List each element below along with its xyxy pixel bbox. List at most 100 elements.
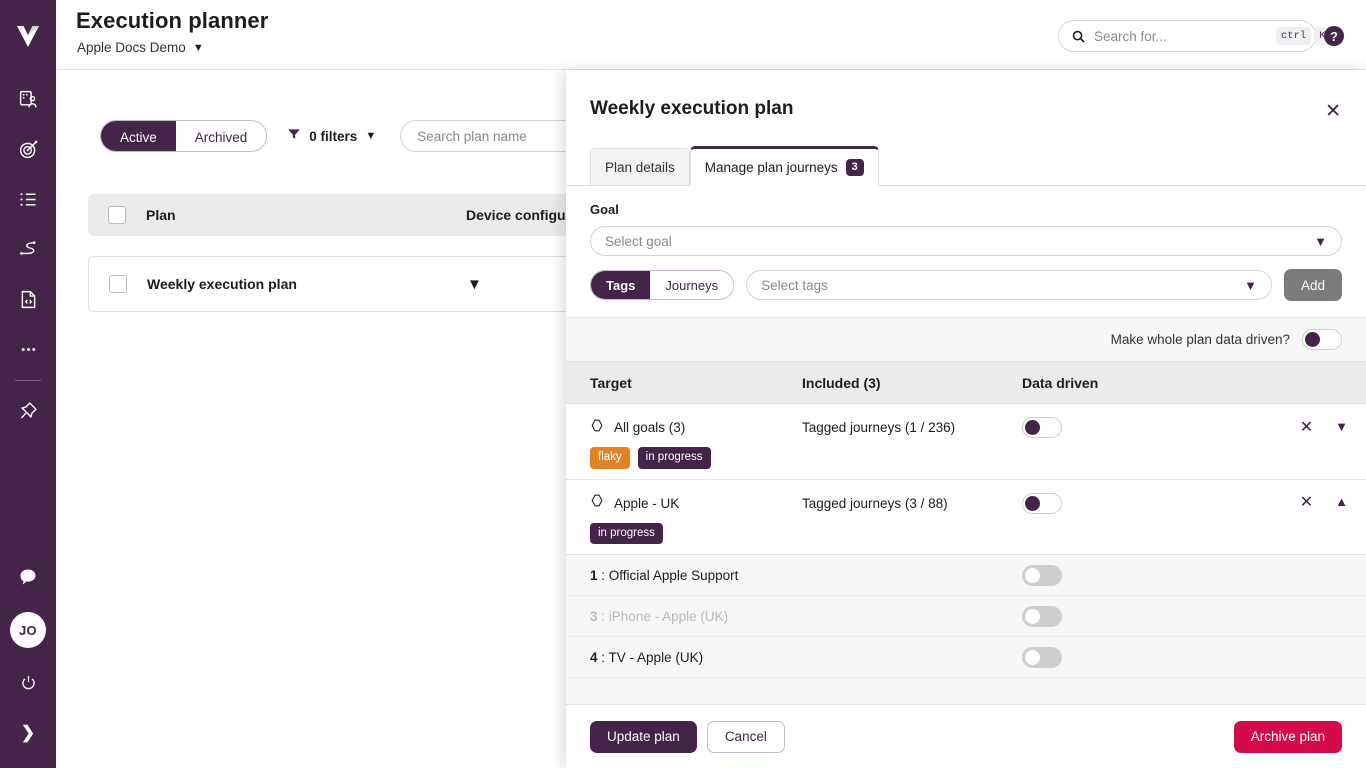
chevron-down-icon: ▼ [1244,278,1257,293]
left-nav-rail: JO ❯ [0,0,56,768]
chevron-down-icon[interactable]: ▼ [1335,420,1348,436]
list-item[interactable]: 1 : Official Apple Support [566,555,1366,596]
toggle-knob [1025,650,1040,665]
journey-name: Official Apple Support [609,568,739,583]
project-switcher[interactable]: Apple Docs Demo ▼ [77,40,204,55]
included-cell: Tagged journeys (1 / 236) [802,420,1022,435]
list-item[interactable]: 3 : iPhone - Apple (UK) [566,596,1366,637]
app-root: JO ❯ Execution planner Apple Docs Demo ▼ [0,0,1366,768]
target-cell: All goals (3) [566,418,802,438]
mode-journeys-button[interactable]: Journeys [650,271,733,299]
select-all-checkbox[interactable] [108,206,126,224]
target-cell: Apple - UK [566,493,802,513]
close-icon[interactable]: ✕ [1325,102,1341,121]
chevron-down-icon: ▼ [193,42,204,54]
targets-table-header: Target Included (3) Data driven [566,362,1366,404]
shortcut-ctrl-key: ctrl [1276,27,1311,45]
tab-manage-plan-journeys[interactable]: Manage plan journeys 3 [690,146,879,186]
panel-footer: Update plan Cancel Archive plan [566,704,1366,768]
journey-data-driven-toggle[interactable] [1022,647,1062,668]
journey-index: 1 [590,568,598,583]
sidebar-item-more[interactable] [0,324,56,374]
sidebar-item-devices[interactable] [0,74,56,124]
list-item[interactable]: 4 : TV - Apple (UK) [566,637,1366,678]
remove-target-icon[interactable]: ✕ [1300,420,1313,436]
chevron-up-icon[interactable]: ▲ [1335,495,1348,511]
tab-plan-details[interactable]: Plan details [590,148,690,185]
journey-label: 3 : iPhone - Apple (UK) [566,609,1022,624]
chevron-right-icon[interactable]: ❯ [0,708,56,758]
filter-icon [287,127,301,146]
journey-label: 1 : Official Apple Support [566,568,1022,583]
status-badge: in progress [590,523,663,545]
global-search[interactable]: ctrl K [1058,20,1316,52]
mode-tags-button[interactable]: Tags [591,271,650,299]
status-badge: flaky [590,447,630,469]
sidebar-item-goals[interactable] [0,124,56,174]
update-plan-button[interactable]: Update plan [590,721,697,753]
panel-title: Weekly execution plan [590,98,793,120]
toggle-knob [1025,496,1040,511]
row-data-driven-toggle[interactable] [1022,493,1062,514]
journey-label: 4 : TV - Apple (UK) [566,650,1022,665]
plans-toolbar: Active Archived 0 filters ▼ [100,120,640,152]
device-config-caret-icon[interactable]: ▼ [467,276,482,293]
journey-name: iPhone - Apple (UK) [609,609,728,624]
column-header-target: Target [566,375,802,391]
panel-body: Goal Select goal ▼ Tags Journeys Select … [566,186,1366,704]
journey-separator: : [601,650,608,665]
row-actions: ✕ ▼ [1252,420,1366,436]
vector-logo-icon[interactable] [8,16,48,56]
column-header-included: Included (3) [802,375,1022,391]
row-checkbox[interactable] [109,275,127,293]
help-icon[interactable]: ? [1324,26,1344,46]
sidebar-item-pinned[interactable] [0,385,56,435]
column-header-device-config: Device configu [466,207,566,223]
search-input[interactable] [1086,28,1273,45]
journey-name: TV - Apple (UK) [609,650,704,665]
target-chips: in progress [566,514,1366,545]
add-button[interactable]: Add [1284,269,1342,301]
journey-index: 4 [590,650,598,665]
avatar[interactable]: JO [10,612,46,648]
journey-data-driven-toggle[interactable] [1022,565,1062,586]
sidebar-item-lists[interactable] [0,174,56,224]
rail-icon-list [0,74,56,435]
plan-name-cell: Weekly execution plan [147,276,467,292]
journey-index: 3 [590,609,598,624]
cancel-button[interactable]: Cancel [707,721,785,753]
mode-segmented-control: Tags Journeys [590,270,734,300]
goal-select[interactable]: Select goal ▼ [590,226,1342,256]
goal-select-value: Select goal [605,234,672,249]
tab-archived[interactable]: Archived [176,121,267,152]
page-title: Execution planner [76,8,268,34]
whole-plan-data-driven-label: Make whole plan data driven? [1111,332,1290,347]
sidebar-item-journeys[interactable] [0,224,56,274]
goal-label: Goal [590,202,1342,217]
status-segmented-control: Active Archived [100,120,267,152]
panel-tabs: Plan details Manage plan journeys 3 [566,146,1366,186]
remove-target-icon[interactable]: ✕ [1300,495,1313,511]
tags-row: Tags Journeys Select tags ▼ Add [590,269,1342,301]
project-name: Apple Docs Demo [77,40,186,55]
tags-select[interactable]: Select tags ▼ [746,270,1272,300]
target-chips: flaky in progress [566,438,1366,469]
filters-label: 0 filters [309,129,357,144]
sidebar-item-code[interactable] [0,274,56,324]
toggle-knob [1025,568,1040,583]
row-data-driven-toggle[interactable] [1022,417,1062,438]
rail-bottom-group: JO ❯ [0,552,56,768]
search-icon [1071,29,1086,44]
table-row: Apple - UK Tagged journeys (3 / 88) ✕ ▲ … [566,480,1366,556]
toggle-knob [1025,609,1040,624]
power-icon[interactable] [0,658,56,708]
tab-active[interactable]: Active [101,121,176,152]
journey-separator: : [601,568,609,583]
manage-plan-panel: Weekly execution plan ✕ Plan details Man… [566,70,1366,768]
filters-button[interactable]: 0 filters ▼ [287,127,376,146]
journey-data-driven-toggle[interactable] [1022,606,1062,627]
whole-plan-data-driven-toggle[interactable] [1302,329,1342,350]
chevron-down-icon: ▼ [1314,234,1327,249]
archive-plan-button[interactable]: Archive plan [1234,721,1342,753]
chat-bubble-icon[interactable] [0,552,56,602]
